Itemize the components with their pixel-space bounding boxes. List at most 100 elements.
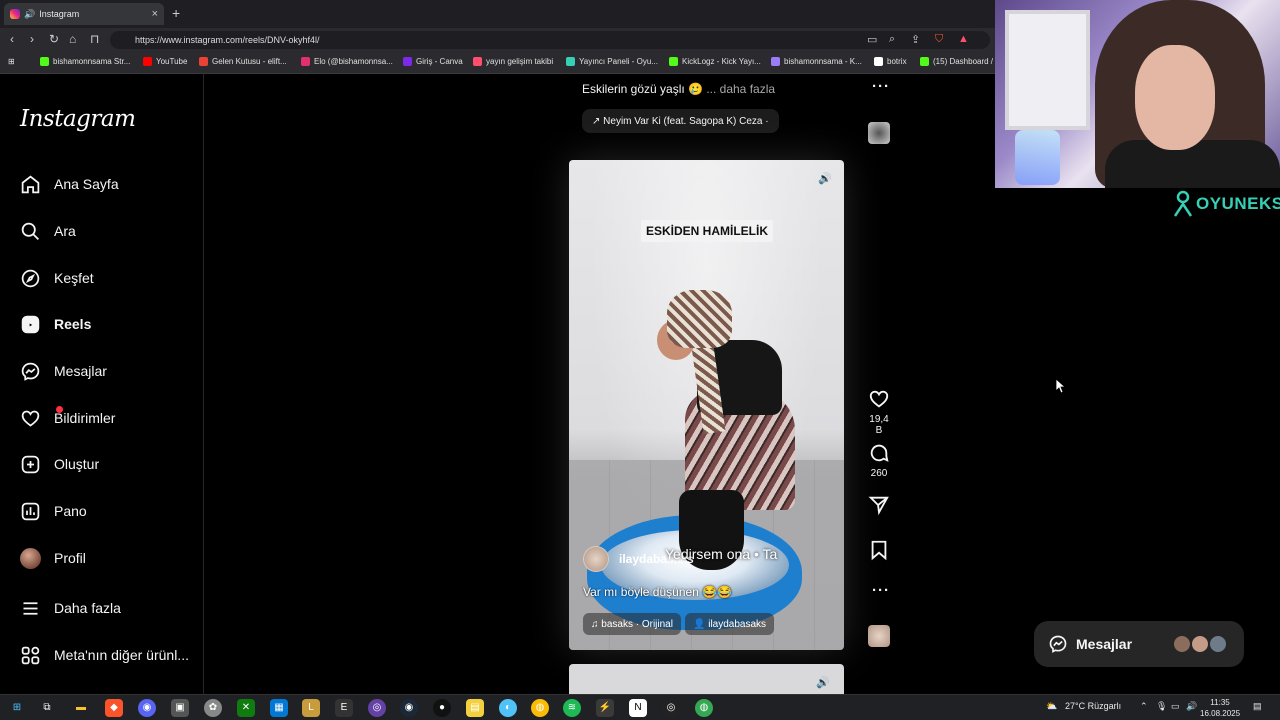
app-icon[interactable]: ▣: [171, 699, 189, 717]
oyuneks-icon: [566, 57, 575, 66]
task-view-icon[interactable]: ⧉: [38, 699, 56, 717]
previous-reel-song[interactable]: ↗ Neyim Var Ki (feat. Sagopa K) Ceza ·: [582, 109, 779, 133]
volume-icon[interactable]: 🔊: [816, 676, 830, 689]
app-icon[interactable]: ⚡: [596, 699, 614, 717]
nav-notifications[interactable]: Bildirimler: [20, 405, 115, 431]
back-icon[interactable]: ‹: [10, 32, 14, 46]
bookmark-item[interactable]: Elo (@bishamonnsa...: [301, 57, 393, 66]
bookmark-item[interactable]: KickLogz - Kick Yayı...: [669, 57, 761, 66]
app-icon[interactable]: ✿: [204, 699, 222, 717]
reel-video[interactable]: ESKİDEN HAMİLELİK 🔊 ilaydabasaks Yedirse…: [569, 160, 844, 650]
nav-meta-products[interactable]: Meta'nın diğer ürünl...: [20, 642, 189, 668]
notion-icon[interactable]: N: [629, 699, 647, 717]
chrome-icon[interactable]: ◍: [695, 699, 713, 717]
share-icon[interactable]: ⇪: [911, 33, 920, 46]
cast-icon[interactable]: ▭: [867, 33, 877, 46]
microsoft-store-icon[interactable]: ▦: [270, 699, 288, 717]
nav-messages[interactable]: Mesajlar: [20, 358, 107, 384]
steam-icon[interactable]: ◉: [400, 699, 418, 717]
more-options-icon[interactable]: ···: [872, 582, 890, 599]
tray-chevron-icon[interactable]: ⌃: [1140, 701, 1148, 712]
notifications-icon[interactable]: ▤: [1253, 701, 1262, 712]
botrix-icon: [874, 57, 883, 66]
tagged-user-pill[interactable]: 👤 ilaydabasaks: [685, 613, 775, 635]
nav-dashboard[interactable]: Pano: [20, 498, 87, 524]
audio-playing-icon[interactable]: 🔊: [24, 9, 35, 20]
chrome-icon[interactable]: ◍: [531, 699, 549, 717]
browser-tab-instagram[interactable]: 🔊 Instagram ×: [4, 3, 164, 25]
weather-icon[interactable]: ⛅: [1046, 701, 1057, 712]
nav-create[interactable]: Oluştur: [20, 451, 99, 477]
bookmark-item[interactable]: Giriş - Canva: [403, 57, 463, 66]
video-overlay-title: ESKİDEN HAMİLELİK: [641, 220, 774, 242]
bookmark-item[interactable]: (15) Dashboard /: [920, 57, 993, 66]
epic-games-icon[interactable]: E: [335, 699, 353, 717]
avatar: [1208, 634, 1228, 654]
brave-browser-icon[interactable]: ◆: [105, 699, 123, 717]
system-clock[interactable]: 11:35 16.08.2025: [1200, 697, 1240, 719]
nav-home[interactable]: Ana Sayfa: [20, 171, 119, 197]
app-icon[interactable]: ◎: [662, 699, 680, 717]
plus-square-icon: [21, 455, 40, 473]
forward-icon[interactable]: ›: [30, 32, 34, 46]
more-options-icon[interactable]: ···: [872, 78, 890, 95]
bookmark-item[interactable]: botrix: [874, 57, 907, 66]
owner-avatar[interactable]: [583, 546, 609, 572]
messenger-icon: [21, 362, 40, 381]
clock-time: 11:35: [1210, 698, 1230, 707]
network-icon[interactable]: ▭: [1171, 701, 1180, 712]
hamburger-menu-icon: [23, 601, 38, 615]
audio-thumbnail[interactable]: [868, 625, 890, 647]
nav-profile[interactable]: Profil: [20, 545, 86, 571]
obs-icon[interactable]: ●: [433, 699, 451, 717]
audio-pill[interactable]: ♫ basaks · Orijinal: [583, 613, 681, 635]
bookmark-icon: [871, 540, 887, 561]
like-count: 19,4 B: [869, 414, 889, 436]
webcam-streamer-face: [1135, 45, 1215, 150]
xbox-icon[interactable]: ✕: [237, 699, 255, 717]
notes-icon[interactable]: ▤: [466, 699, 484, 717]
nav-reels[interactable]: Reels: [20, 311, 91, 337]
kicklogz-icon: [669, 57, 678, 66]
bookmark-item[interactable]: Gelen Kutusu - elift...: [199, 57, 287, 66]
file-explorer-icon[interactable]: ▬: [72, 699, 90, 717]
instagram-logo[interactable]: Instagram: [20, 106, 136, 132]
bookmark-item[interactable]: bishamonnsama - K...: [771, 57, 862, 66]
comment-button[interactable]: 260: [866, 442, 892, 479]
bookmark-item[interactable]: bishamonnsama Str...: [40, 57, 130, 66]
windows-start-icon[interactable]: ⊞: [8, 699, 26, 717]
bookmark-item[interactable]: YouTube: [143, 57, 187, 66]
discord-icon[interactable]: ◉: [138, 699, 156, 717]
save-button[interactable]: [866, 539, 892, 565]
youtube-icon: [143, 57, 152, 66]
reload-icon[interactable]: ↻: [49, 32, 59, 46]
bookmark-item[interactable]: Yayıncı Paneli - Oyu...: [566, 57, 658, 66]
bookmark-page-icon[interactable]: ⊓: [90, 32, 99, 46]
app-icon[interactable]: ◎: [368, 699, 386, 717]
new-tab-icon[interactable]: +: [172, 5, 180, 21]
like-button[interactable]: 19,4 B: [866, 388, 892, 436]
volume-icon[interactable]: 🔊: [816, 172, 834, 190]
volume-icon[interactable]: 🔊: [1186, 701, 1197, 712]
zoom-icon[interactable]: ⌕: [889, 33, 895, 46]
app-icon[interactable]: ◐: [499, 699, 517, 717]
brave-shield-icon[interactable]: ⛉: [935, 33, 943, 46]
weather-text[interactable]: 27°C Rüzgarlı: [1065, 701, 1121, 711]
nav-explore[interactable]: Keşfet: [20, 265, 94, 291]
previous-audio-thumbnail[interactable]: [868, 122, 890, 144]
apps-grid-icon[interactable]: ⊞: [8, 57, 15, 66]
url-field[interactable]: https://www.instagram.com/reels/DNV-okyh…: [110, 31, 990, 49]
more-link[interactable]: ... daha fazla: [706, 82, 775, 96]
microphone-icon[interactable]: 🎙: [1156, 701, 1167, 712]
home-icon[interactable]: ⌂: [69, 32, 76, 46]
close-tab-icon[interactable]: ×: [152, 8, 158, 20]
nav-more[interactable]: Daha fazla: [20, 595, 121, 621]
spotify-icon[interactable]: ≋: [563, 699, 581, 717]
share-button[interactable]: [866, 494, 892, 520]
messages-widget[interactable]: Mesajlar: [1034, 621, 1244, 667]
reels-feed: Eskilerin gözü yaşlı 🥲 ... daha fazla ↗ …: [204, 74, 995, 704]
bookmark-item[interactable]: yayın gelişim takibi: [473, 57, 553, 66]
nav-search[interactable]: Ara: [20, 218, 76, 244]
league-icon[interactable]: L: [302, 699, 320, 717]
brave-rewards-icon[interactable]: ▲: [958, 33, 969, 45]
